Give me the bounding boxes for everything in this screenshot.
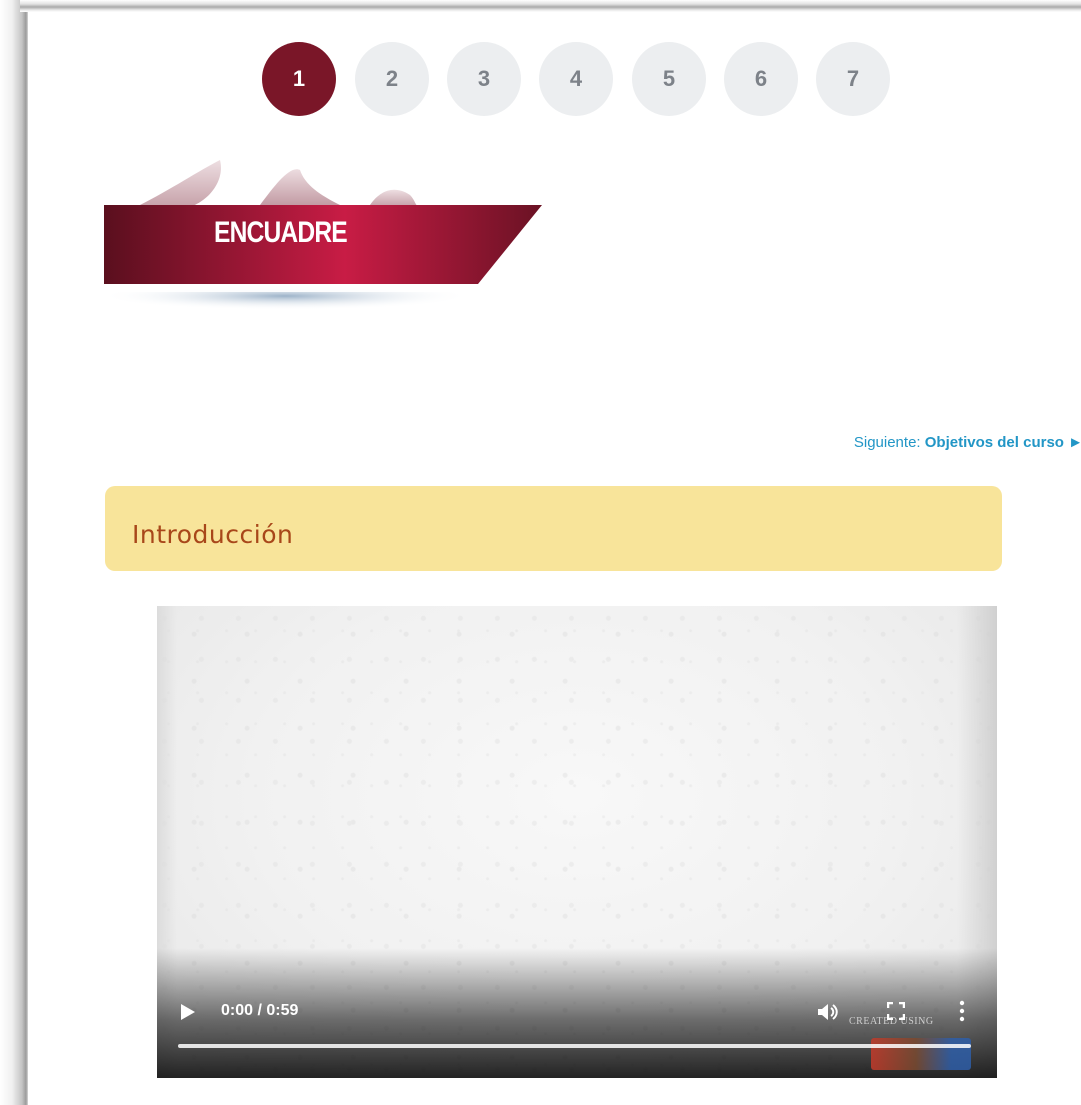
page-button-1[interactable]: 1 <box>262 42 336 116</box>
page-button-2[interactable]: 2 <box>355 42 429 116</box>
banner-title: ENCUADRE <box>214 216 348 249</box>
more-options-icon[interactable] <box>957 1000 967 1022</box>
intro-header-box: Introducción <box>105 486 1002 571</box>
next-title: Objetivos del curso <box>924 434 1064 451</box>
page-button-5[interactable]: 5 <box>632 42 706 116</box>
volume-icon[interactable] <box>817 1002 839 1022</box>
window-frame-left <box>0 0 28 1105</box>
watermark-logo <box>871 1038 971 1070</box>
page-button-4[interactable]: 4 <box>539 42 613 116</box>
time-display: 0:00 / 0:59 <box>221 1002 299 1019</box>
page-button-7[interactable]: 7 <box>816 42 890 116</box>
intro-title: Introducción <box>132 520 294 549</box>
next-prefix: Siguiente: <box>853 434 921 451</box>
next-section-link[interactable]: Siguiente: Objetivos del curso ► <box>854 434 1081 451</box>
fullscreen-icon[interactable] <box>887 1002 905 1020</box>
window-frame-top <box>20 0 1081 12</box>
play-icon[interactable] <box>179 1002 197 1022</box>
section-banner: ENCUADRE <box>100 150 550 330</box>
next-arrow-icon: ► <box>1068 434 1081 451</box>
page-button-6[interactable]: 6 <box>724 42 798 116</box>
video-player[interactable]: CREATED USING 0:00 / 0:59 <box>157 606 997 1078</box>
video-progress-bar[interactable] <box>178 1044 971 1048</box>
page-button-3[interactable]: 3 <box>447 42 521 116</box>
